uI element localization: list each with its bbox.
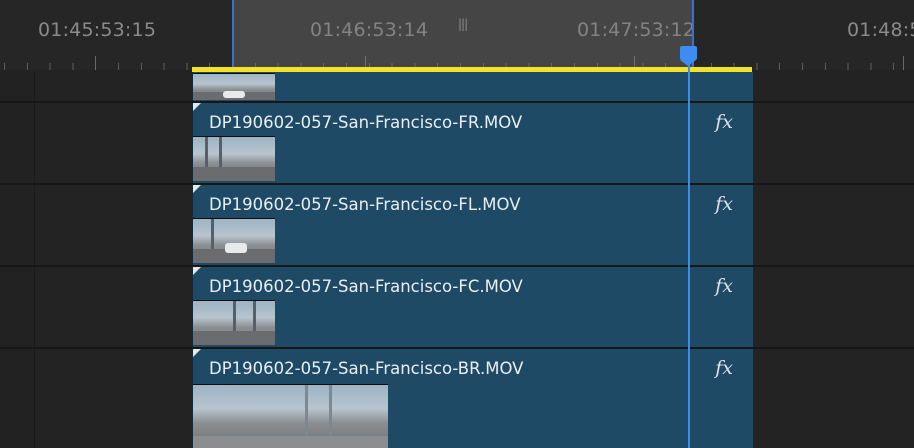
ruler-timecode: 01:48:5	[847, 19, 914, 41]
video-clip[interactable]: DP190602-057-San-Francisco-FC.MOV fx	[192, 267, 754, 347]
ruler-major-tick	[95, 56, 96, 70]
clip-name: DP190602-057-San-Francisco-FC.MOV	[209, 277, 523, 296]
fx-icon[interactable]: fx	[715, 193, 733, 215]
clip-thumbnail	[193, 218, 275, 263]
fx-icon[interactable]: fx	[715, 275, 733, 297]
video-clip[interactable]	[192, 72, 754, 101]
playhead-line[interactable]	[688, 54, 690, 448]
clip-name: DP190602-057-San-Francisco-FL.MOV	[209, 195, 521, 214]
playhead-icon[interactable]	[680, 46, 697, 66]
clip-thumbnail	[193, 73, 275, 100]
zoom-left-handle[interactable]	[232, 0, 234, 70]
grip-icon[interactable]: |||	[458, 17, 468, 31]
track-header-column	[0, 72, 35, 448]
clip-thumbnail	[193, 300, 275, 345]
fx-icon[interactable]: fx	[715, 357, 733, 379]
video-clip[interactable]: DP190602-057-San-Francisco-FL.MOV fx	[192, 185, 754, 265]
ruler-timecode: 01:45:53:15	[38, 19, 157, 41]
clip-corner-marker	[193, 103, 201, 111]
clip-corner-marker	[193, 185, 201, 193]
clip-name: DP190602-057-San-Francisco-FR.MOV	[209, 113, 523, 132]
clip-thumbnail	[193, 384, 388, 448]
ruler-major-tick	[903, 56, 904, 70]
clip-corner-marker	[193, 349, 201, 357]
video-clip[interactable]: DP190602-057-San-Francisco-FR.MOV fx	[192, 103, 754, 183]
fx-icon[interactable]: fx	[715, 111, 733, 133]
video-clip[interactable]: DP190602-057-San-Francisco-BR.MOV fx	[192, 349, 754, 448]
clip-name: DP190602-057-San-Francisco-BR.MOV	[209, 359, 524, 378]
zoom-scroll-bar[interactable]: |||	[232, 0, 694, 70]
clip-thumbnail	[193, 136, 275, 181]
clip-corner-marker	[193, 267, 201, 275]
